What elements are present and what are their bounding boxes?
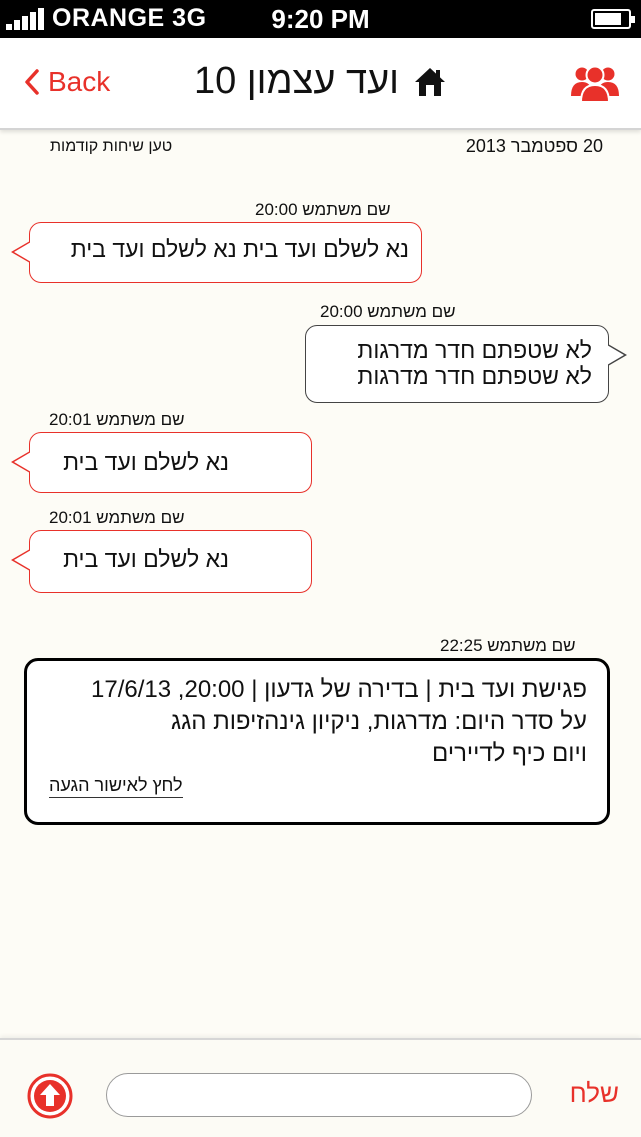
status-time: 9:20 PM xyxy=(271,4,370,34)
send-button[interactable]: שלח xyxy=(570,1078,619,1109)
message-bubble: נא לשלם ועד בית xyxy=(11,432,312,493)
event-invite-card: פגישת ועד בית | בדירה של גדעון | 20:00, … xyxy=(24,658,610,825)
message-input[interactable] xyxy=(106,1073,532,1117)
message-meta: 20:00 שם משתמש xyxy=(320,302,456,322)
message-sender: שם משתמש xyxy=(302,200,391,219)
message-sender: שם משתמש xyxy=(96,410,185,429)
battery-icon xyxy=(591,9,635,29)
message-time: 20:01 xyxy=(49,508,92,527)
message-time: 20:00 xyxy=(320,302,363,321)
message-meta: 20:01 שם משתמש xyxy=(49,410,185,430)
nav-bar: Back ועד עצמון 10 xyxy=(0,38,641,130)
page-title-text: ועד עצמון 10 xyxy=(193,60,400,102)
message-sender: שם משתמש xyxy=(96,508,185,527)
status-bar: ORANGE 3G 9:20 PM xyxy=(0,0,641,38)
message-text: נא לשלם ועד בית xyxy=(63,546,229,572)
message-meta: 20:00 שם משתמש xyxy=(255,200,391,220)
event-agenda: על סדר היום: מדרגות, ניקיון גינהזיפות הג… xyxy=(170,708,587,735)
message-text: לא שטפתם חדר מדרגות xyxy=(357,363,592,389)
message-text: נא לשלם ועד בית נא לשלם ועד בית xyxy=(70,236,409,262)
house-icon xyxy=(415,67,446,96)
conversation-date: 20 ספטמבר 2013 xyxy=(465,136,603,156)
upload-arrow-icon[interactable] xyxy=(27,1073,73,1124)
message-bubble: נא לשלם ועד בית נא לשלם ועד בית xyxy=(11,222,422,283)
message-sender: שם משתמש xyxy=(367,302,456,321)
group-icon[interactable] xyxy=(571,62,619,107)
message-bubble: נא לשלם ועד בית xyxy=(11,530,312,593)
confirm-attendance-link[interactable]: לחץ לאישור הגעה xyxy=(49,775,183,798)
page-title: ועד עצמון 10 xyxy=(0,60,641,103)
message-time: 22:25 xyxy=(440,636,483,655)
message-time: 20:00 xyxy=(255,200,298,219)
message-meta: 22:25 שם משתמש xyxy=(440,636,576,656)
message-time: 20:01 xyxy=(49,410,92,429)
message-bubble: לא שטפתם חדר מדרגות לא שטפתם חדר מדרגות xyxy=(305,325,627,403)
event-agenda-continued: ויום כיף לדיירים xyxy=(432,740,587,767)
event-summary: פגישת ועד בית | בדירה של גדעון | 20:00, … xyxy=(91,676,587,703)
message-text: לא שטפתם חדר מדרגות xyxy=(357,337,592,363)
message-sender: שם משתמש xyxy=(487,636,576,655)
load-earlier-link[interactable]: טען שיחות קודמות xyxy=(50,138,172,156)
message-text: נא לשלם ועד בית xyxy=(63,449,229,475)
composer-bar: שלח xyxy=(0,1038,641,1137)
message-meta: 20:01 שם משתמש xyxy=(49,508,185,528)
